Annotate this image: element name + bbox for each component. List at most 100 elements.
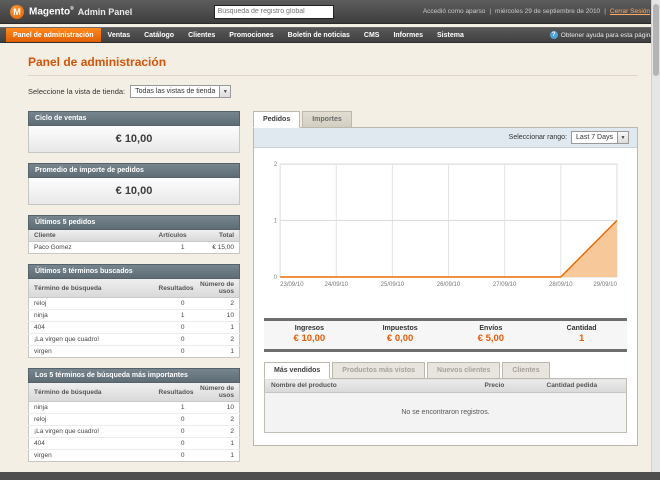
average-order-box: Promedio de importe de pedidos € 10,00 bbox=[28, 163, 240, 205]
top-search-terms-box: Los 5 términos de búsqueda más important… bbox=[28, 368, 240, 462]
average-order-value: € 10,00 bbox=[28, 178, 240, 205]
logout-link[interactable]: Cerrar Sesión bbox=[610, 8, 650, 15]
nav-item-clientes[interactable]: Clientes bbox=[181, 28, 222, 42]
col-header: Número de usos bbox=[189, 383, 240, 402]
empty-message: No se encontraron registros. bbox=[264, 392, 627, 433]
col-header: Precio bbox=[478, 378, 541, 394]
store-view-select[interactable]: Todas las vistas de tienda ▼ bbox=[130, 85, 232, 98]
separator: | bbox=[604, 8, 606, 15]
col-header: Resultados bbox=[153, 383, 194, 402]
box-title: Promedio de importe de pedidos bbox=[28, 163, 240, 178]
svg-text:24/09/10: 24/09/10 bbox=[325, 282, 349, 288]
table-row[interactable]: reloj 0 2 bbox=[28, 413, 240, 426]
nav-item-informes[interactable]: Informes bbox=[386, 28, 430, 42]
col-header: Resultados bbox=[153, 279, 194, 298]
table-row[interactable]: virgen 0 1 bbox=[29, 346, 240, 358]
lifetime-sales-value: € 10,00 bbox=[28, 126, 240, 153]
stat-impuestos: Impuestos € 0,00 bbox=[382, 325, 418, 345]
range-select[interactable]: Last 7 Days ▼ bbox=[571, 131, 629, 144]
logged-in-text: Accedió como aparso bbox=[422, 8, 486, 15]
tab-pedidos[interactable]: Pedidos bbox=[253, 111, 301, 128]
stat-envios: Envíos € 5,00 bbox=[477, 325, 505, 345]
magento-admin-page: M Magento® Admin Panel Accedió como apar… bbox=[0, 0, 660, 480]
table-row[interactable]: virgen 0 1 bbox=[29, 450, 240, 462]
table-row[interactable]: 404 0 1 bbox=[28, 437, 240, 450]
store-view-row: Seleccione la vista de tienda: Todas las… bbox=[28, 85, 638, 98]
stat-cantidad: Cantidad 1 bbox=[566, 325, 597, 345]
global-search-input[interactable] bbox=[213, 4, 334, 19]
tab-nuevos-clientes[interactable]: Nuevos clientes bbox=[427, 362, 501, 380]
nav-item-boletin[interactable]: Boletín de noticias bbox=[281, 28, 357, 42]
nav-item-promociones[interactable]: Promociones bbox=[222, 28, 280, 42]
brand-trademark: ® bbox=[70, 5, 74, 12]
scrollbar-thumb[interactable] bbox=[653, 4, 659, 76]
store-view-label: Seleccione la vista de tienda: bbox=[28, 87, 126, 96]
table-row[interactable]: ninja 1 10 bbox=[28, 309, 240, 322]
current-date: miércoles 29 de septiembre de 2010 bbox=[495, 8, 601, 15]
col-header: Número de usos bbox=[189, 279, 240, 298]
col-header: Nombre del producto bbox=[264, 378, 479, 394]
orders-chart: 0 1 2 23/09/10 24/09/10 25/09/10 26/09/10 27/09… bbox=[254, 148, 637, 310]
product-tabs: Más vendidos Productos más vistos Nuevos… bbox=[264, 362, 627, 380]
table-row[interactable]: 404 0 1 bbox=[28, 321, 240, 334]
help-icon: ? bbox=[549, 31, 558, 39]
svg-text:27/09/10: 27/09/10 bbox=[493, 282, 517, 288]
help-label: Obtener ayuda para esta página bbox=[560, 31, 654, 39]
box-title: Últimos 5 pedidos bbox=[28, 215, 240, 230]
tab-productos-mas-vistos[interactable]: Productos más vistos bbox=[332, 362, 426, 380]
svg-text:1: 1 bbox=[274, 219, 278, 225]
last-orders-table: Cliente Artículos Total Paco Gomez 1 € 1… bbox=[28, 230, 240, 254]
nav-item-sistema[interactable]: Sistema bbox=[430, 28, 471, 42]
totals-bar: Ingresos € 10,00 Impuestos € 0,00 Envíos… bbox=[264, 318, 627, 353]
dashboard-left-column: Ciclo de ventas € 10,00 Promedio de impo… bbox=[28, 111, 240, 472]
dashboard-right-column: Pedidos Importes Seleccionar rango: Last… bbox=[253, 111, 638, 472]
top-search-table: Término de búsqueda Resultados Número de… bbox=[28, 383, 240, 462]
content-area: Panel de administración Seleccione la vi… bbox=[0, 43, 660, 472]
nav-item-ventas[interactable]: Ventas bbox=[101, 28, 138, 42]
tab-importes[interactable]: Importes bbox=[302, 111, 352, 128]
magento-logo-icon: M bbox=[10, 4, 24, 19]
last-orders-box: Últimos 5 pedidos Cliente Artículos Tota… bbox=[28, 215, 240, 254]
table-row[interactable]: ¡La virgen que cuadro! 0 2 bbox=[28, 333, 240, 346]
chevron-down-icon: ▼ bbox=[617, 132, 628, 143]
chevron-down-icon: ▼ bbox=[219, 86, 231, 97]
page-title: Panel de administración bbox=[28, 55, 167, 69]
table-row[interactable]: ninja 1 10 bbox=[28, 401, 240, 414]
svg-text:25/09/10: 25/09/10 bbox=[381, 282, 405, 288]
table-row[interactable]: ¡La virgen que cuadro! 0 2 bbox=[28, 425, 240, 438]
range-bar: Seleccionar rango: Last 7 Days ▼ bbox=[254, 128, 637, 148]
range-label: Seleccionar rango: bbox=[508, 134, 568, 141]
nav-item-cms[interactable]: CMS bbox=[357, 28, 387, 42]
col-header: Término de búsqueda bbox=[28, 383, 154, 402]
last-search-terms-box: Últimos 5 términos buscados Término de b… bbox=[28, 264, 240, 358]
page-help-link[interactable]: ? Obtener ayuda para esta página bbox=[549, 28, 654, 42]
box-title: Los 5 términos de búsqueda más important… bbox=[28, 368, 240, 383]
nav-item-catalogo[interactable]: Catálogo bbox=[137, 28, 181, 42]
main-navbar: Panel de administración Ventas Catálogo … bbox=[0, 27, 660, 43]
products-table: Nombre del producto Precio Cantidad pedi… bbox=[264, 378, 627, 434]
brand-name: Magento® bbox=[29, 5, 74, 18]
box-title: Ciclo de ventas bbox=[28, 111, 240, 126]
svg-text:26/09/10: 26/09/10 bbox=[437, 282, 461, 288]
last-search-table: Término de búsqueda Resultados Número de… bbox=[28, 279, 240, 358]
brand-suffix: Admin Panel bbox=[77, 6, 133, 17]
bottom-status-bar bbox=[0, 472, 660, 480]
top-header-bar: M Magento® Admin Panel Accedió como apar… bbox=[0, 0, 660, 24]
table-row[interactable]: Paco Gomez 1 € 15,00 bbox=[29, 242, 240, 254]
title-divider bbox=[28, 75, 638, 76]
session-info: Accedió como aparso | miércoles 29 de se… bbox=[423, 8, 650, 15]
col-header: Total bbox=[189, 230, 240, 242]
table-row[interactable]: reloj 0 2 bbox=[28, 297, 240, 310]
tab-clientes[interactable]: Clientes bbox=[502, 362, 550, 380]
svg-text:2: 2 bbox=[274, 162, 278, 168]
empty-row: No se encontraron registros. bbox=[264, 392, 627, 433]
products-table-wrap: Nombre del producto Precio Cantidad pedi… bbox=[264, 378, 627, 434]
nav-item-dashboard[interactable]: Panel de administración bbox=[6, 28, 101, 42]
svg-text:29/09/10: 29/09/10 bbox=[593, 282, 617, 288]
separator: | bbox=[489, 8, 492, 15]
col-header: Término de búsqueda bbox=[28, 279, 154, 298]
vertical-scrollbar[interactable] bbox=[651, 0, 660, 472]
col-header: Cliente bbox=[28, 230, 154, 242]
tab-mas-vendidos[interactable]: Más vendidos bbox=[264, 362, 331, 380]
lifetime-sales-box: Ciclo de ventas € 10,00 bbox=[28, 111, 240, 153]
